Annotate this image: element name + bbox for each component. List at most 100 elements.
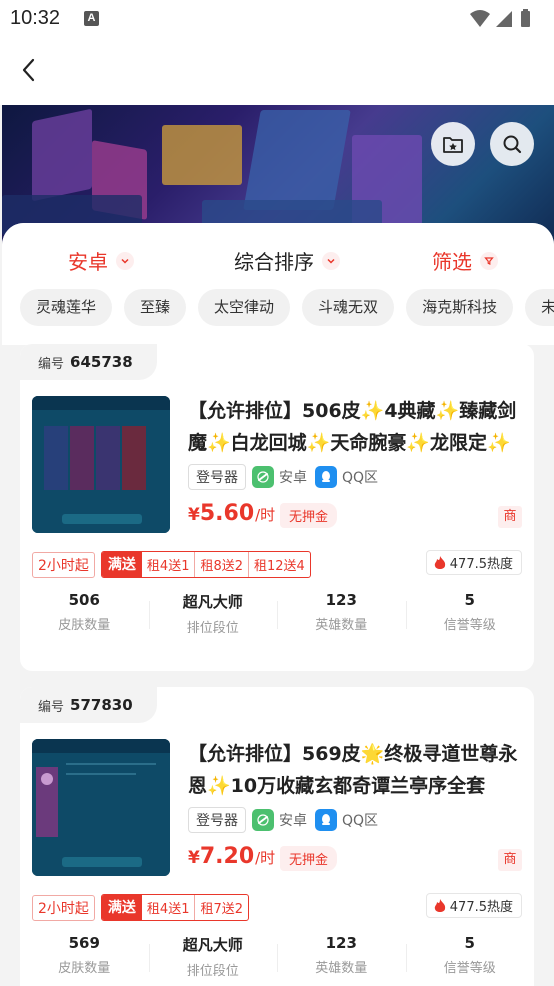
price-currency: ¥: [188, 505, 200, 525]
promo-item: 租8送2: [195, 552, 250, 577]
listing-labels: 登号器 安卓 QQ区: [188, 464, 386, 490]
chevron-down-icon: [116, 251, 134, 270]
wifi-signal-battery-icon: [470, 9, 530, 27]
qq-icon: [315, 809, 337, 831]
listing-thumbnail: [32, 739, 170, 876]
price: ¥ 5.60 /时: [188, 501, 275, 526]
promo-item: 租12送4: [254, 559, 305, 574]
listing-labels: 登号器 安卓 QQ区: [188, 807, 386, 833]
android-icon: [252, 466, 274, 488]
stat-credit: 5 信誉等级: [405, 591, 535, 636]
status-time: 10:32: [10, 7, 61, 29]
favorite-button[interactable]: [431, 122, 475, 166]
filter-area: 安卓 综合排序 筛选 灵魂莲华至臻太空律动斗魂无双海克斯科技未来战: [2, 223, 554, 345]
stat-label: 英雄数量: [315, 961, 368, 976]
price-currency: ¥: [188, 848, 200, 868]
listing-id: 645738: [70, 353, 133, 371]
stat-value: 5: [464, 934, 475, 952]
listing-card[interactable]: 编号 645738 【允许排位】506皮✨4典藏✨臻藏剑魔✨白龙回城✨天命腕豪✨…: [20, 344, 534, 671]
skin-tag[interactable]: 太空律动: [198, 289, 291, 326]
screen-filter-label: 筛选: [432, 250, 472, 274]
screen-filter[interactable]: 筛选: [432, 246, 498, 275]
promo-item: 租4送1: [142, 552, 196, 577]
stat-label: 英雄数量: [315, 618, 368, 633]
promo-badge: 满送 租4送1 租7送2: [100, 894, 250, 921]
price: ¥ 7.20 /时: [188, 844, 275, 869]
stat-skins: 569 皮肤数量: [20, 934, 149, 979]
stat-value: 超凡大师: [182, 593, 243, 611]
min-rent-badge: 2小时起: [32, 894, 95, 921]
stat-value: 5: [464, 591, 475, 609]
stat-heroes: 123 英雄数量: [277, 591, 406, 636]
nav-bar: [0, 38, 554, 105]
stat-rank: 超凡大师 排位段位: [148, 934, 278, 979]
skin-tag[interactable]: 灵魂莲华: [20, 289, 113, 326]
banner-decor: [32, 108, 92, 202]
login-tool-badge: 登号器: [188, 807, 246, 833]
skin-tag-row: 灵魂莲华至臻太空律动斗魂无双海克斯科技未来战: [20, 289, 554, 326]
listing-id-label: 编号: [38, 699, 65, 715]
stat-label: 排位段位: [186, 964, 239, 979]
listing-title: 【允许排位】506皮✨4典藏✨臻藏剑魔✨白龙回城✨天命腕豪✨龙限定✨: [188, 400, 517, 454]
content-panel: 安卓 综合排序 筛选 灵魂莲华至臻太空律动斗魂无双海克斯科技未来战: [2, 223, 554, 986]
promo-row: 2小时起 满送 租4送1 租8送2 租12送4: [32, 551, 311, 578]
system-icons: [468, 8, 536, 34]
stat-heroes: 123 英雄数量: [277, 934, 406, 979]
skin-tag[interactable]: 海克斯科技: [406, 289, 514, 326]
promo-label: 满送: [101, 552, 142, 577]
filter-bar: 安卓 综合排序 筛选: [2, 223, 554, 296]
platform-filter[interactable]: 安卓: [68, 246, 134, 275]
stat-value: 123: [325, 591, 357, 609]
listing-thumbnail: [32, 396, 170, 533]
stat-label: 皮肤数量: [58, 961, 111, 976]
listing-card[interactable]: 编号 577830 【允许排位】569皮🌟终极寻道世尊永恩✨10万收藏玄都奇谭兰…: [20, 687, 534, 986]
heat-badge: 477.5热度: [425, 893, 522, 918]
stat-value: 123: [325, 934, 357, 952]
skin-tag[interactable]: 未来战: [525, 289, 554, 326]
listing-title: 【允许排位】569皮🌟终极寻道世尊永恩✨10万收藏玄都奇谭兰亭序全套: [188, 743, 518, 797]
platform-filter-label: 安卓: [68, 250, 108, 274]
skin-tag[interactable]: 斗魂无双: [302, 289, 395, 326]
listing-id-tab: 编号 645738: [20, 344, 157, 380]
promo-item: 租7送2: [200, 902, 244, 917]
server-label: QQ区: [342, 813, 379, 829]
no-deposit-badge: 无押金: [280, 846, 338, 871]
price-value: 5.60: [199, 501, 255, 526]
folder-star-icon: [443, 137, 463, 153]
chevron-left-icon: [22, 58, 35, 82]
flame-icon: [434, 898, 445, 912]
listing-id: 577830: [70, 696, 133, 714]
funnel-icon: [480, 251, 498, 270]
stat-label: 信誉等级: [443, 961, 496, 976]
stat-skins: 506 皮肤数量: [20, 591, 149, 636]
stat-label: 信誉等级: [443, 618, 496, 633]
chevron-down-icon: [322, 251, 340, 270]
merchant-badge: 商: [498, 506, 522, 528]
sort-filter-label: 综合排序: [234, 250, 314, 274]
search-button[interactable]: [490, 122, 534, 166]
back-button[interactable]: [14, 54, 46, 86]
stat-value: 506: [68, 591, 100, 609]
login-tool-badge: 登号器: [188, 464, 246, 490]
min-rent-badge: 2小时起: [32, 551, 95, 578]
stat-credit: 5 信誉等级: [405, 934, 535, 979]
banner-decor: [243, 110, 351, 210]
flame-icon: [434, 555, 445, 569]
status-bar: 10:32 A: [0, 0, 554, 38]
no-deposit-badge: 无押金: [280, 503, 338, 528]
listing-stats: 569 皮肤数量 超凡大师 排位段位 123 英雄数量 5 信誉等级: [20, 934, 534, 979]
sort-filter[interactable]: 综合排序: [234, 246, 340, 275]
promo-item: 租4送1: [142, 895, 196, 920]
skin-tag[interactable]: 至臻: [124, 289, 187, 326]
listing-id-tab: 编号 577830: [20, 687, 157, 723]
stat-label: 排位段位: [186, 621, 239, 636]
heat-value: 477.5热度: [449, 900, 513, 915]
notification-a-icon: A: [84, 11, 99, 26]
stat-rank: 超凡大师 排位段位: [148, 591, 278, 636]
listing-id-label: 编号: [38, 356, 65, 372]
banner-poster: [162, 125, 242, 185]
merchant-badge: 商: [498, 849, 522, 871]
heat-value: 477.5热度: [449, 557, 513, 572]
promo-row: 2小时起 满送 租4送1 租7送2: [32, 894, 250, 921]
price-value: 7.20: [199, 844, 255, 869]
